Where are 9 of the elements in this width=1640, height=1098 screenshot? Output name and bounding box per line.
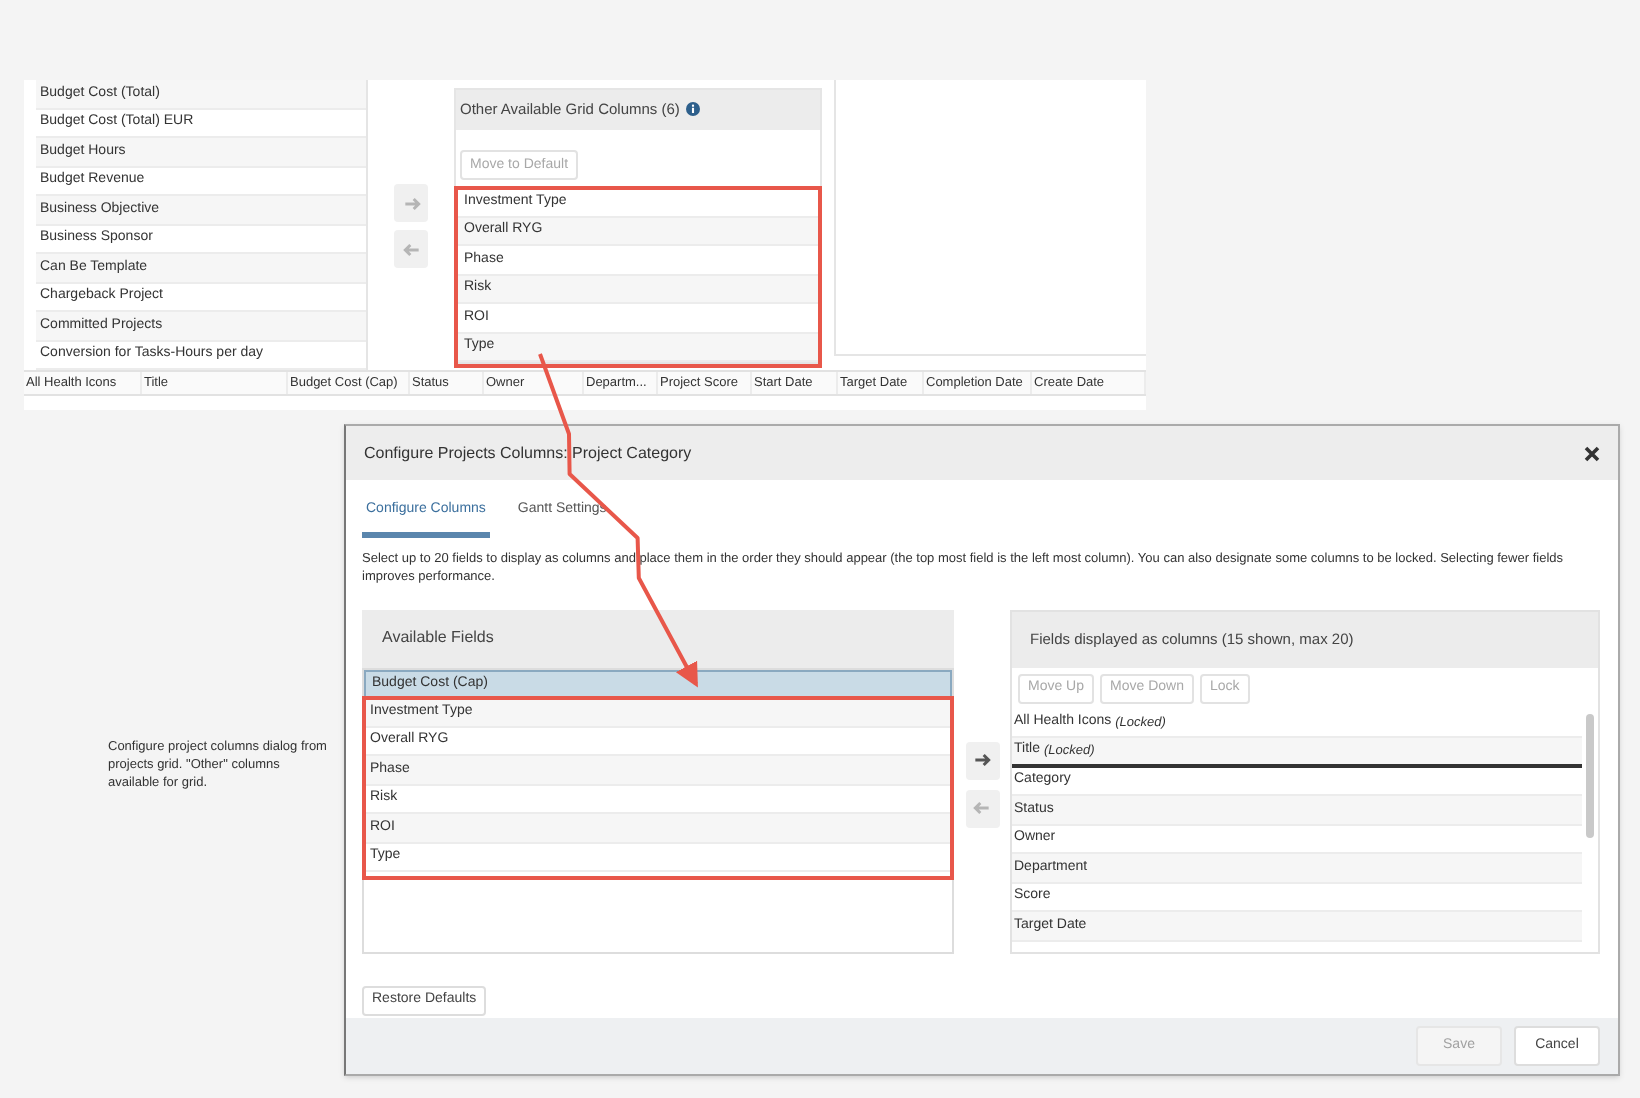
left-arrow-icon [972, 798, 992, 819]
left-arrow-icon [401, 239, 421, 259]
panel-title: Available Fields [382, 626, 494, 651]
move-right-button[interactable] [965, 741, 999, 780]
dialog-title: Configure Projects Columns: Project Category [364, 441, 692, 466]
info-icon [685, 102, 700, 117]
right-arrow-icon [401, 193, 421, 213]
close-icon[interactable] [1584, 445, 1600, 462]
right-arrow-icon [972, 750, 992, 771]
